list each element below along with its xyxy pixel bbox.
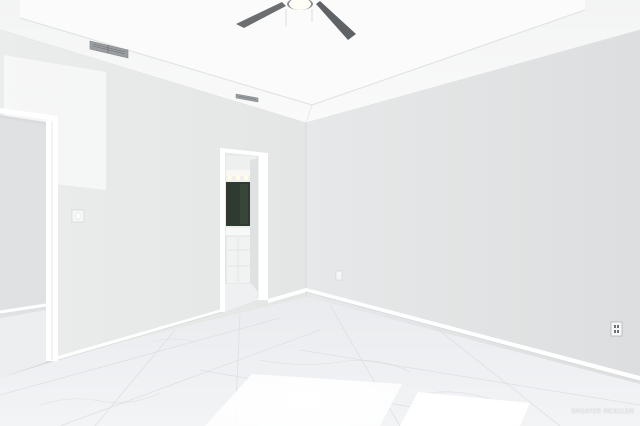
power-outlet-icon	[335, 270, 343, 281]
bathroom-vanity	[225, 235, 253, 285]
room-photo: GREATER MCALLEN	[0, 0, 640, 426]
bathroom-doorway	[220, 148, 268, 312]
power-outlet-icon	[610, 321, 623, 337]
photo-watermark: GREATER MCALLEN	[571, 408, 634, 415]
left-doorway	[0, 108, 58, 378]
room-illustration	[0, 0, 640, 426]
